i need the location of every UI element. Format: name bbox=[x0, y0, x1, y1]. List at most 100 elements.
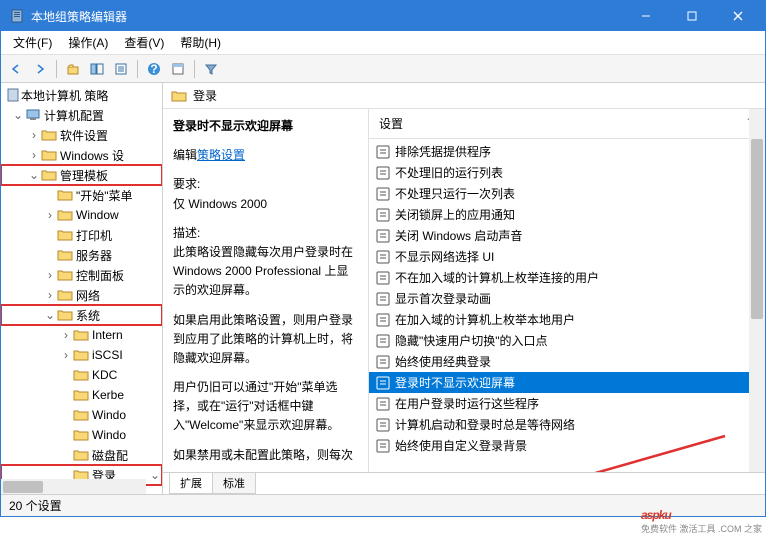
folder-icon bbox=[41, 128, 57, 142]
setting-item[interactable]: 显示首次登录动画 bbox=[369, 288, 765, 309]
edit-policy-link[interactable]: 策略设置 bbox=[197, 148, 245, 162]
expand-icon[interactable]: › bbox=[43, 268, 57, 282]
menu-view[interactable]: 查看(V) bbox=[116, 31, 172, 54]
setting-item[interactable]: 在加入域的计算机上枚举本地用户 bbox=[369, 309, 765, 330]
tree-windows-sub1[interactable]: Windo bbox=[1, 405, 162, 425]
expand-icon[interactable]: › bbox=[59, 328, 73, 342]
setting-item[interactable]: 始终使用经典登录 bbox=[369, 351, 765, 372]
show-hide-tree-button[interactable] bbox=[86, 58, 108, 80]
folder-icon bbox=[73, 428, 89, 442]
minimize-button[interactable] bbox=[623, 1, 669, 31]
setting-icon bbox=[375, 354, 391, 370]
setting-icon bbox=[375, 291, 391, 307]
toolbar-separator bbox=[56, 60, 57, 78]
setting-item[interactable]: 不在加入域的计算机上枚举连接的用户 bbox=[369, 267, 765, 288]
app-icon bbox=[9, 8, 25, 24]
setting-item[interactable]: 在用户登录时运行这些程序 bbox=[369, 393, 765, 414]
collapse-icon[interactable]: ⌄ bbox=[11, 108, 25, 122]
expand-icon[interactable]: › bbox=[43, 208, 57, 222]
expand-icon[interactable]: › bbox=[59, 348, 73, 362]
view-tabs: 扩展 标准 bbox=[163, 472, 765, 494]
chevron-down-icon: ⌄ bbox=[150, 468, 162, 482]
tree-kerberos[interactable]: Kerbe bbox=[1, 385, 162, 405]
setting-item[interactable]: 隐藏"快速用户切换"的入口点 bbox=[369, 330, 765, 351]
setting-item[interactable]: 排除凭据提供程序 bbox=[369, 141, 765, 162]
folder-icon bbox=[57, 228, 73, 242]
tree-horizontal-scrollbar[interactable] bbox=[1, 479, 146, 494]
setting-item[interactable]: 不处理旧的运行列表 bbox=[369, 162, 765, 183]
tab-standard[interactable]: 标准 bbox=[212, 473, 256, 494]
setting-item[interactable]: 关闭锁屏上的应用通知 bbox=[369, 204, 765, 225]
setting-item[interactable]: 计算机启动和登录时总是等待网络 bbox=[369, 414, 765, 435]
forward-button[interactable] bbox=[29, 58, 51, 80]
close-button[interactable] bbox=[715, 1, 761, 31]
expand-icon[interactable]: › bbox=[27, 148, 41, 162]
setting-item[interactable]: 关闭 Windows 启动声音 bbox=[369, 225, 765, 246]
tree-windows-sub2[interactable]: Windo bbox=[1, 425, 162, 445]
collapse-icon[interactable]: ⌄ bbox=[27, 168, 41, 182]
right-pane-header: 登录 bbox=[163, 83, 765, 109]
expand-icon[interactable]: › bbox=[27, 128, 41, 142]
tree-system[interactable]: ⌄ 系统 bbox=[1, 305, 162, 325]
tree-intern[interactable]: › Intern bbox=[1, 325, 162, 345]
tree-root[interactable]: 本地计算机 策略 bbox=[1, 85, 162, 105]
tree-windows-settings[interactable]: › Windows 设 bbox=[1, 145, 162, 165]
folder-icon bbox=[73, 368, 89, 382]
detail-row: 登录时不显示欢迎屏幕 编辑策略设置 要求:仅 Windows 2000 描述:此… bbox=[163, 109, 765, 472]
tree-server[interactable]: 服务器 bbox=[1, 245, 162, 265]
tree-software-settings[interactable]: › 软件设置 bbox=[1, 125, 162, 145]
setting-item[interactable]: 登录时不显示欢迎屏幕 bbox=[369, 372, 765, 393]
toolbar-separator bbox=[137, 60, 138, 78]
folder-icon bbox=[57, 288, 73, 302]
back-button[interactable] bbox=[5, 58, 27, 80]
setting-title: 登录时不显示欢迎屏幕 bbox=[173, 117, 358, 136]
up-button[interactable] bbox=[62, 58, 84, 80]
folder-icon bbox=[73, 448, 89, 462]
setting-icon bbox=[375, 396, 391, 412]
export-list-button[interactable] bbox=[110, 58, 132, 80]
settings-column-header[interactable]: 设置 ⌃ bbox=[369, 109, 765, 139]
tab-extended[interactable]: 扩展 bbox=[169, 473, 213, 494]
tree-start-menu[interactable]: "开始"菜单 bbox=[1, 185, 162, 205]
menubar: 文件(F) 操作(A) 查看(V) 帮助(H) bbox=[1, 31, 765, 55]
properties-button[interactable] bbox=[167, 58, 189, 80]
svg-text:?: ? bbox=[150, 62, 157, 76]
help-button[interactable]: ? bbox=[143, 58, 165, 80]
setting-icon bbox=[375, 438, 391, 454]
setting-icon bbox=[375, 165, 391, 181]
tree-printers[interactable]: 打印机 bbox=[1, 225, 162, 245]
tree-iscsi[interactable]: › iSCSI bbox=[1, 345, 162, 365]
content-area: 本地计算机 策略 ⌄ 计算机配置 › 软件设置 › Windows 设 bbox=[1, 83, 765, 494]
folder-icon bbox=[57, 188, 73, 202]
setting-icon bbox=[375, 312, 391, 328]
window-title: 本地组策略编辑器 bbox=[31, 8, 623, 25]
tree-disk-quota[interactable]: 磁盘配 bbox=[1, 445, 162, 465]
setting-item[interactable]: 不处理只运行一次列表 bbox=[369, 183, 765, 204]
setting-item[interactable]: 不显示网络选择 UI bbox=[369, 246, 765, 267]
titlebar[interactable]: 本地组策略编辑器 bbox=[1, 1, 765, 31]
description-label: 描述: bbox=[173, 226, 200, 240]
tree-admin-templates[interactable]: ⌄ 管理模板 bbox=[1, 165, 162, 185]
menu-help[interactable]: 帮助(H) bbox=[172, 31, 229, 54]
expand-icon[interactable]: › bbox=[43, 288, 57, 302]
setting-icon bbox=[375, 186, 391, 202]
collapse-icon[interactable]: ⌄ bbox=[43, 308, 57, 322]
tree-computer-config[interactable]: ⌄ 计算机配置 bbox=[1, 105, 162, 125]
folder-icon bbox=[57, 308, 73, 322]
tree-pane: 本地计算机 策略 ⌄ 计算机配置 › 软件设置 › Windows 设 bbox=[1, 83, 163, 494]
setting-icon bbox=[375, 144, 391, 160]
folder-icon bbox=[57, 268, 73, 282]
tree-kdc[interactable]: KDC bbox=[1, 365, 162, 385]
setting-item[interactable]: 始终使用自定义登录背景 bbox=[369, 435, 765, 456]
menu-action[interactable]: 操作(A) bbox=[60, 31, 116, 54]
maximize-button[interactable] bbox=[669, 1, 715, 31]
tree-control-panel[interactable]: › 控制面板 bbox=[1, 265, 162, 285]
setting-icon bbox=[375, 249, 391, 265]
settings-list: 排除凭据提供程序不处理旧的运行列表不处理只运行一次列表关闭锁屏上的应用通知关闭 … bbox=[369, 139, 765, 472]
tree-network[interactable]: › 网络 bbox=[1, 285, 162, 305]
filter-button[interactable] bbox=[200, 58, 222, 80]
settings-vertical-scrollbar[interactable] bbox=[749, 109, 765, 472]
folder-icon bbox=[41, 148, 57, 162]
menu-file[interactable]: 文件(F) bbox=[5, 31, 60, 54]
tree-windows-components[interactable]: › Window bbox=[1, 205, 162, 225]
